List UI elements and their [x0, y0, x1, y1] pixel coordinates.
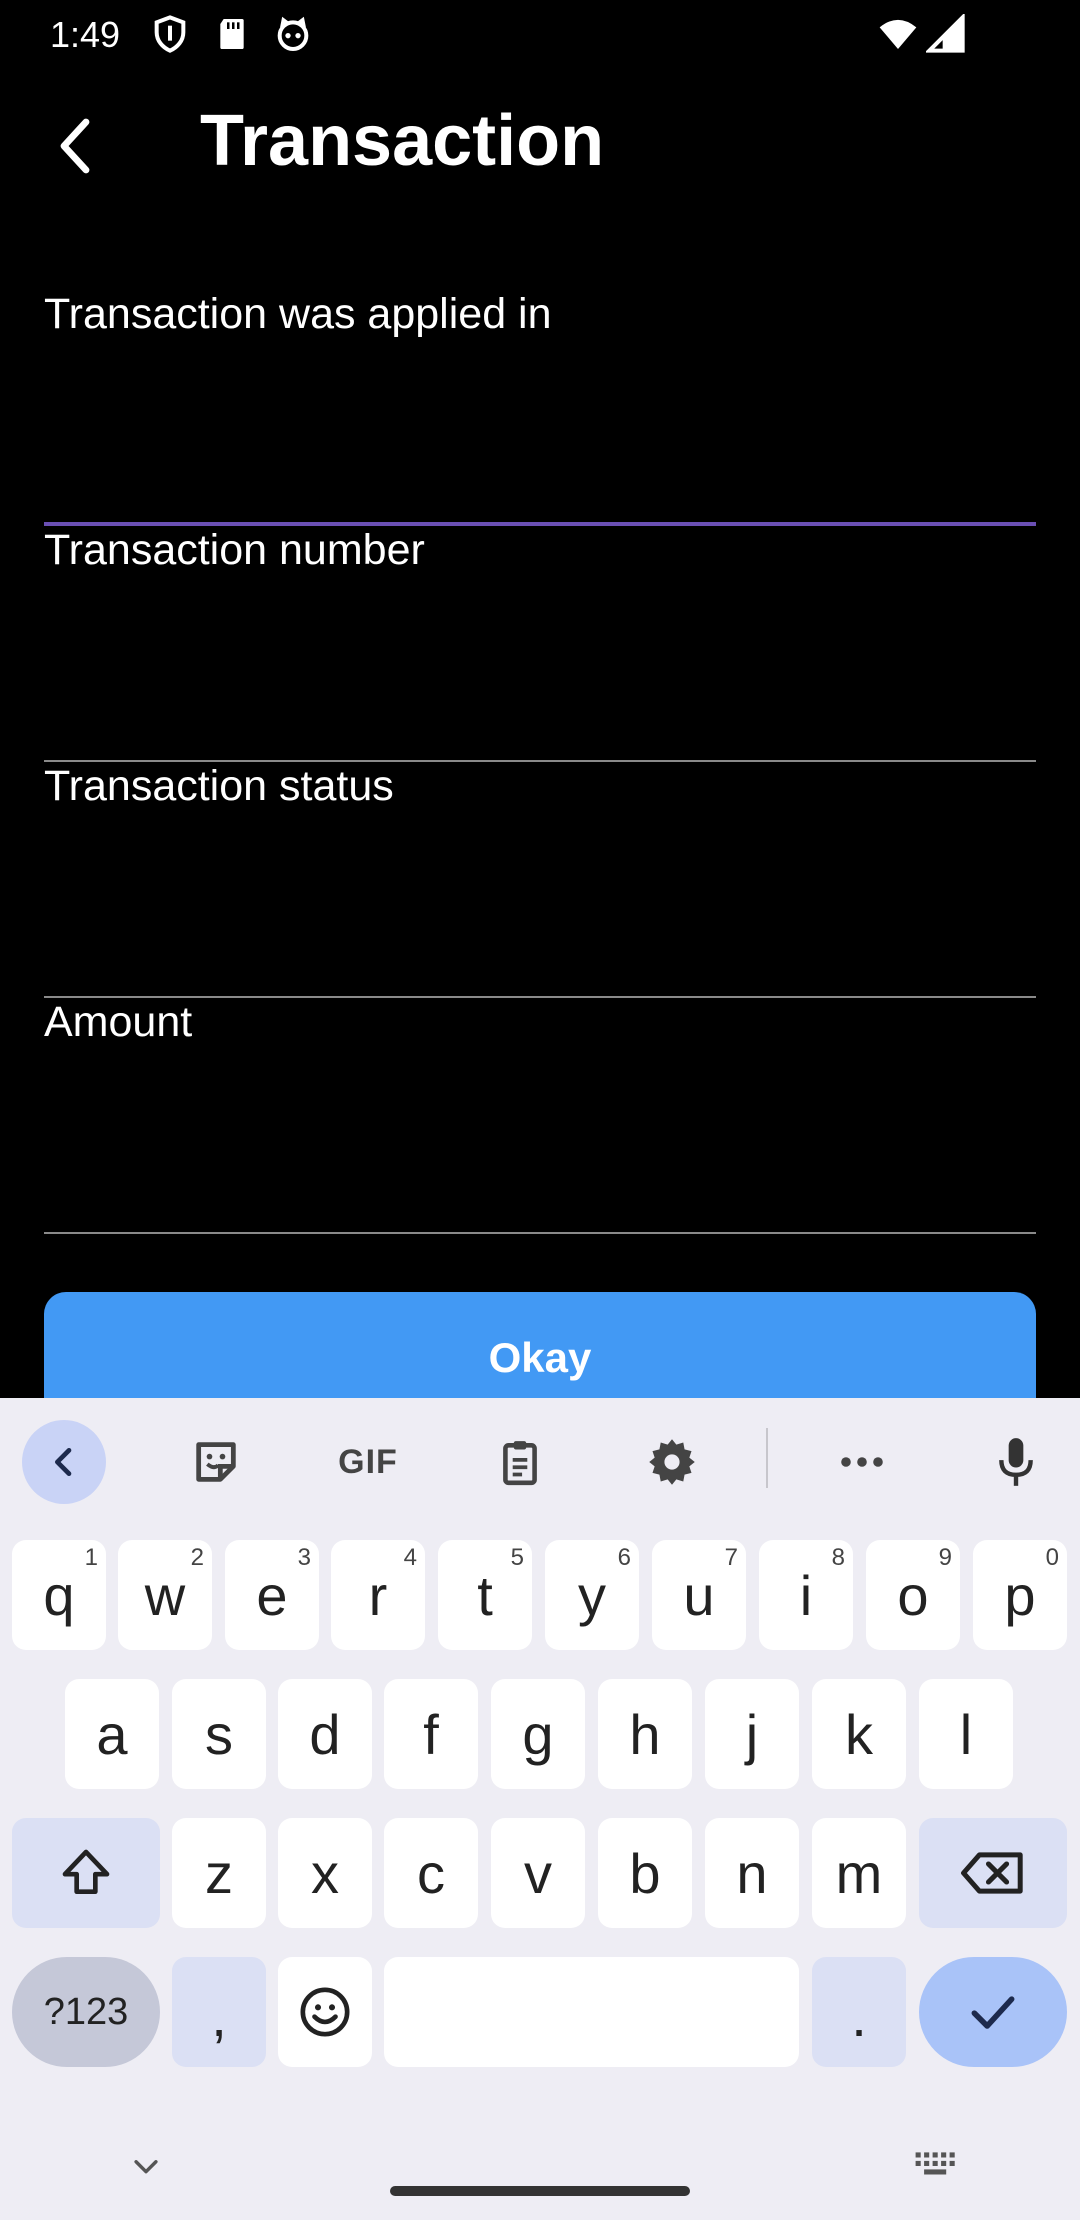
key-d[interactable]: d	[278, 1679, 372, 1789]
key-a[interactable]: a	[65, 1679, 159, 1789]
key-c[interactable]: c	[384, 1818, 478, 1928]
signal-icon	[924, 12, 966, 54]
page-title: Transaction	[200, 101, 605, 181]
check-icon	[971, 1996, 1015, 2029]
key-t[interactable]: t5	[438, 1540, 532, 1650]
applied-in-input[interactable]	[44, 370, 1036, 490]
sticker-button[interactable]	[174, 1420, 258, 1504]
keyboard-switch-button[interactable]	[908, 2142, 964, 2190]
transaction-status-input[interactable]	[44, 842, 1036, 962]
settings-button[interactable]	[630, 1420, 714, 1504]
more-icon	[841, 1457, 883, 1467]
chevron-down-icon	[134, 2160, 158, 2174]
cat-icon	[273, 14, 313, 54]
amount-input[interactable]	[44, 1078, 1036, 1198]
gear-icon	[649, 1439, 695, 1485]
field-applied-in: Transaction was applied in	[44, 290, 1036, 526]
sd-card-icon	[212, 14, 252, 54]
period-key[interactable]: .	[812, 1957, 906, 2067]
key-z[interactable]: z	[172, 1818, 266, 1928]
key-l[interactable]: l	[919, 1679, 1013, 1789]
key-w[interactable]: w2	[118, 1540, 212, 1650]
field-transaction-status: Transaction status	[44, 762, 1036, 998]
key-x[interactable]: x	[278, 1818, 372, 1928]
key-y[interactable]: y6	[545, 1540, 639, 1650]
more-button[interactable]	[820, 1420, 904, 1504]
soft-keyboard: GIF q1 w2 e3 r4 t5 y6 u7 i8 o9 p0 a s d …	[0, 1398, 1080, 2220]
key-h[interactable]: h	[598, 1679, 692, 1789]
key-n[interactable]: n	[705, 1818, 799, 1928]
key-e[interactable]: e3	[225, 1540, 319, 1650]
voice-input-button[interactable]	[974, 1420, 1058, 1504]
wifi-icon	[878, 14, 918, 54]
arrow-back-icon	[60, 118, 90, 174]
space-key[interactable]	[384, 1957, 799, 2067]
field-label: Amount	[44, 998, 193, 1046]
comma-key[interactable]: ,	[172, 1957, 266, 2067]
status-time: 1:49	[50, 14, 121, 55]
field-transaction-number: Transaction number	[44, 526, 1036, 762]
keyboard-bottom-bar	[0, 2120, 1080, 2220]
field-label: Transaction number	[44, 526, 425, 574]
emoji-icon	[300, 1987, 350, 2037]
field-label: Transaction status	[44, 762, 394, 810]
key-o[interactable]: o9	[866, 1540, 960, 1650]
app-bar: Transaction	[0, 66, 1080, 226]
clipboard-icon	[503, 1441, 537, 1486]
key-r[interactable]: r4	[331, 1540, 425, 1650]
key-v[interactable]: v	[491, 1818, 585, 1928]
shift-icon	[62, 1849, 110, 1894]
sticker-icon	[196, 1442, 236, 1482]
keyboard-collapse-button[interactable]	[22, 1420, 106, 1504]
key-j[interactable]: j	[705, 1679, 799, 1789]
microphone-icon	[999, 1438, 1033, 1486]
key-s[interactable]: s	[172, 1679, 266, 1789]
key-u[interactable]: u7	[652, 1540, 746, 1650]
key-g[interactable]: g	[491, 1679, 585, 1789]
field-amount: Amount	[44, 998, 1036, 1234]
clipboard-button[interactable]	[478, 1420, 562, 1504]
key-b[interactable]: b	[598, 1818, 692, 1928]
keyboard-toolbar: GIF	[0, 1398, 1080, 1518]
chevron-left-icon	[55, 1448, 72, 1476]
key-q[interactable]: q1	[12, 1540, 106, 1650]
key-i[interactable]: i8	[759, 1540, 853, 1650]
gif-button[interactable]: GIF	[326, 1420, 410, 1504]
symbols-key[interactable]: ?123	[12, 1957, 160, 2067]
shift-key[interactable]	[12, 1818, 160, 1928]
emoji-key[interactable]	[278, 1957, 372, 2067]
hide-keyboard-button[interactable]	[122, 2142, 170, 2190]
back-button[interactable]	[40, 106, 112, 186]
backspace-key[interactable]	[919, 1818, 1067, 1928]
toolbar-divider	[766, 1428, 768, 1488]
gif-icon: GIF	[338, 1442, 398, 1481]
key-k[interactable]: k	[812, 1679, 906, 1789]
field-underline	[44, 1232, 1036, 1234]
gesture-nav-handle[interactable]	[390, 2186, 690, 2196]
key-p[interactable]: p0	[973, 1540, 1067, 1650]
transaction-number-input[interactable]	[44, 606, 1036, 726]
status-bar: 1:49	[0, 0, 1080, 66]
backspace-icon	[961, 1852, 1023, 1894]
field-label: Transaction was applied in	[44, 290, 552, 338]
key-m[interactable]: m	[812, 1818, 906, 1928]
done-key[interactable]	[919, 1957, 1067, 2067]
key-f[interactable]: f	[384, 1679, 478, 1789]
keyboard-icon	[915, 2152, 955, 2175]
shield-icon	[150, 14, 190, 54]
